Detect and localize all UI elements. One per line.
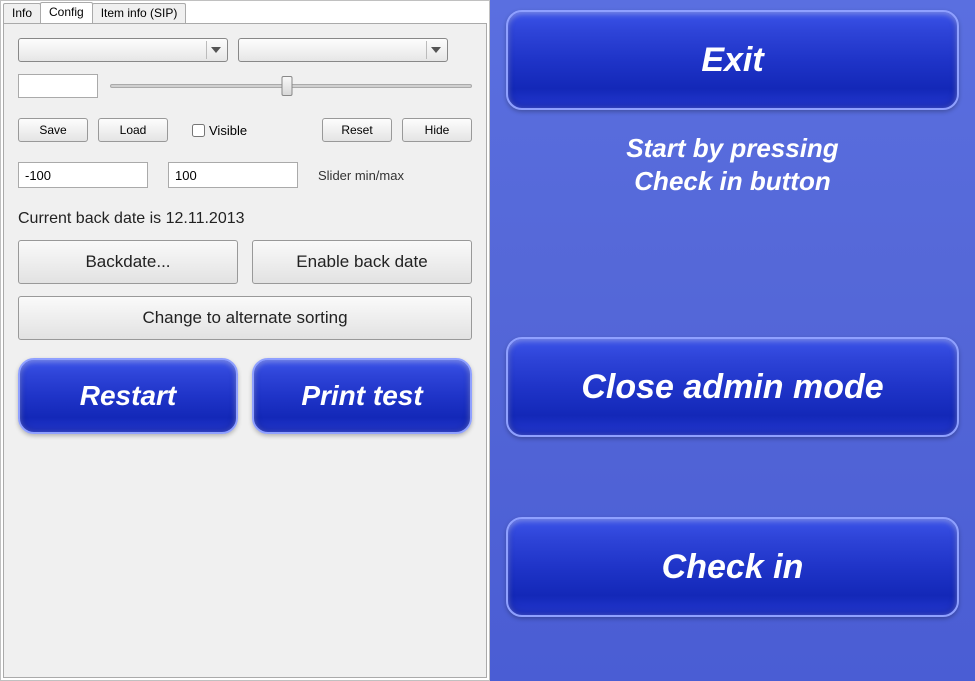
hint-line-2: Check in button (500, 165, 965, 198)
config-panel: Info Config Item info (SIP) Save Load (0, 0, 490, 681)
enable-backdate-button[interactable]: Enable back date (252, 240, 472, 284)
tab-item-info[interactable]: Item info (SIP) (92, 3, 187, 23)
combo-2[interactable] (238, 38, 448, 62)
tab-config[interactable]: Config (40, 2, 93, 23)
visible-label: Visible (209, 123, 247, 138)
combo-1[interactable] (18, 38, 228, 62)
print-test-button[interactable]: Print test (252, 358, 472, 434)
slider[interactable] (110, 74, 472, 98)
slider-thumb[interactable] (282, 76, 293, 96)
main-action-panel: Exit Start by pressing Check in button C… (490, 0, 975, 681)
tab-strip: Info Config Item info (SIP) (1, 1, 489, 23)
check-in-button[interactable]: Check in (506, 517, 959, 617)
backdate-status: Current back date is 12.11.2013 (18, 210, 245, 228)
slider-min-input[interactable] (18, 162, 148, 188)
slider-value-box[interactable] (18, 74, 98, 98)
hint-line-1: Start by pressing (500, 132, 965, 165)
hide-button[interactable]: Hide (402, 118, 472, 142)
reset-button[interactable]: Reset (322, 118, 392, 142)
save-button[interactable]: Save (18, 118, 88, 142)
exit-button[interactable]: Exit (506, 10, 959, 110)
tab-info[interactable]: Info (3, 3, 41, 23)
hint-text: Start by pressing Check in button (500, 132, 965, 197)
slider-max-input[interactable] (168, 162, 298, 188)
restart-button[interactable]: Restart (18, 358, 238, 434)
close-admin-button[interactable]: Close admin mode (506, 337, 959, 437)
alternate-sorting-button[interactable]: Change to alternate sorting (18, 296, 472, 340)
backdate-button[interactable]: Backdate... (18, 240, 238, 284)
load-button[interactable]: Load (98, 118, 168, 142)
slider-minmax-label: Slider min/max (318, 168, 404, 183)
config-tab-body: Save Load Visible Reset Hide Slider min/… (3, 23, 487, 678)
visible-checkbox[interactable]: Visible (188, 121, 247, 140)
